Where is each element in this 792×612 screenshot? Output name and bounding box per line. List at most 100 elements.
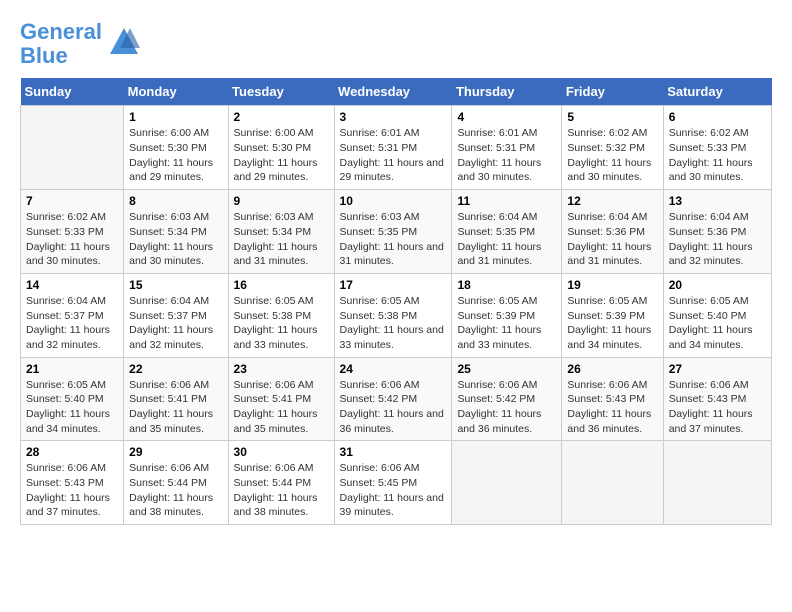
- day-number: 23: [234, 362, 329, 376]
- daylight-text: Daylight: 11 hours and 29 minutes.: [340, 157, 444, 184]
- daylight-text: Daylight: 11 hours and 33 minutes.: [457, 324, 541, 351]
- sunrise-text: Sunrise: 6:05 AM: [234, 295, 314, 307]
- day-info: Sunrise: 6:05 AM Sunset: 5:38 PM Dayligh…: [234, 294, 329, 353]
- sunset-text: Sunset: 5:31 PM: [340, 142, 418, 154]
- daylight-text: Daylight: 11 hours and 32 minutes.: [129, 324, 213, 351]
- day-info: Sunrise: 6:06 AM Sunset: 5:42 PM Dayligh…: [340, 378, 447, 437]
- calendar-header-row: SundayMondayTuesdayWednesdayThursdayFrid…: [21, 78, 772, 106]
- sunset-text: Sunset: 5:30 PM: [129, 142, 207, 154]
- sunset-text: Sunset: 5:34 PM: [129, 226, 207, 238]
- sunset-text: Sunset: 5:30 PM: [234, 142, 312, 154]
- day-info: Sunrise: 6:03 AM Sunset: 5:34 PM Dayligh…: [129, 210, 222, 269]
- calendar-cell: 16 Sunrise: 6:05 AM Sunset: 5:38 PM Dayl…: [228, 273, 334, 357]
- day-info: Sunrise: 6:03 AM Sunset: 5:34 PM Dayligh…: [234, 210, 329, 269]
- daylight-text: Daylight: 11 hours and 35 minutes.: [129, 408, 213, 435]
- calendar-cell: 20 Sunrise: 6:05 AM Sunset: 5:40 PM Dayl…: [663, 273, 771, 357]
- sunrise-text: Sunrise: 6:06 AM: [234, 462, 314, 474]
- day-number: 17: [340, 278, 447, 292]
- daylight-text: Daylight: 11 hours and 33 minutes.: [234, 324, 318, 351]
- calendar-week-2: 7 Sunrise: 6:02 AM Sunset: 5:33 PM Dayli…: [21, 190, 772, 274]
- calendar-cell: [21, 106, 124, 190]
- sunrise-text: Sunrise: 6:05 AM: [457, 295, 537, 307]
- sunrise-text: Sunrise: 6:06 AM: [669, 379, 749, 391]
- daylight-text: Daylight: 11 hours and 37 minutes.: [669, 408, 753, 435]
- calendar-table: SundayMondayTuesdayWednesdayThursdayFrid…: [20, 78, 772, 525]
- day-info: Sunrise: 6:00 AM Sunset: 5:30 PM Dayligh…: [129, 126, 222, 185]
- sunrise-text: Sunrise: 6:02 AM: [26, 211, 106, 223]
- day-number: 31: [340, 445, 447, 459]
- sunset-text: Sunset: 5:42 PM: [457, 393, 535, 405]
- calendar-cell: 1 Sunrise: 6:00 AM Sunset: 5:30 PM Dayli…: [124, 106, 228, 190]
- day-info: Sunrise: 6:06 AM Sunset: 5:43 PM Dayligh…: [669, 378, 766, 437]
- daylight-text: Daylight: 11 hours and 29 minutes.: [234, 157, 318, 184]
- daylight-text: Daylight: 11 hours and 29 minutes.: [129, 157, 213, 184]
- day-number: 22: [129, 362, 222, 376]
- sunset-text: Sunset: 5:43 PM: [567, 393, 645, 405]
- calendar-cell: 11 Sunrise: 6:04 AM Sunset: 5:35 PM Dayl…: [452, 190, 562, 274]
- weekday-header-sunday: Sunday: [21, 78, 124, 106]
- sunrise-text: Sunrise: 6:05 AM: [26, 379, 106, 391]
- sunrise-text: Sunrise: 6:01 AM: [457, 127, 537, 139]
- calendar-cell: 4 Sunrise: 6:01 AM Sunset: 5:31 PM Dayli…: [452, 106, 562, 190]
- weekday-header-wednesday: Wednesday: [334, 78, 452, 106]
- day-info: Sunrise: 6:06 AM Sunset: 5:43 PM Dayligh…: [26, 461, 118, 520]
- sunset-text: Sunset: 5:32 PM: [567, 142, 645, 154]
- sunrise-text: Sunrise: 6:06 AM: [340, 462, 420, 474]
- day-number: 16: [234, 278, 329, 292]
- day-info: Sunrise: 6:06 AM Sunset: 5:42 PM Dayligh…: [457, 378, 556, 437]
- calendar-cell: 13 Sunrise: 6:04 AM Sunset: 5:36 PM Dayl…: [663, 190, 771, 274]
- daylight-text: Daylight: 11 hours and 31 minutes.: [340, 241, 444, 268]
- day-number: 19: [567, 278, 657, 292]
- sunrise-text: Sunrise: 6:03 AM: [129, 211, 209, 223]
- day-info: Sunrise: 6:01 AM Sunset: 5:31 PM Dayligh…: [340, 126, 447, 185]
- daylight-text: Daylight: 11 hours and 31 minutes.: [234, 241, 318, 268]
- calendar-cell: 6 Sunrise: 6:02 AM Sunset: 5:33 PM Dayli…: [663, 106, 771, 190]
- sunset-text: Sunset: 5:31 PM: [457, 142, 535, 154]
- calendar-cell: 30 Sunrise: 6:06 AM Sunset: 5:44 PM Dayl…: [228, 441, 334, 525]
- day-number: 5: [567, 110, 657, 124]
- sunrise-text: Sunrise: 6:06 AM: [234, 379, 314, 391]
- weekday-header-thursday: Thursday: [452, 78, 562, 106]
- calendar-cell: 22 Sunrise: 6:06 AM Sunset: 5:41 PM Dayl…: [124, 357, 228, 441]
- weekday-header-friday: Friday: [562, 78, 663, 106]
- sunrise-text: Sunrise: 6:02 AM: [669, 127, 749, 139]
- sunset-text: Sunset: 5:34 PM: [234, 226, 312, 238]
- calendar-cell: 29 Sunrise: 6:06 AM Sunset: 5:44 PM Dayl…: [124, 441, 228, 525]
- day-number: 30: [234, 445, 329, 459]
- daylight-text: Daylight: 11 hours and 34 minutes.: [26, 408, 110, 435]
- daylight-text: Daylight: 11 hours and 33 minutes.: [340, 324, 444, 351]
- sunset-text: Sunset: 5:43 PM: [669, 393, 747, 405]
- day-info: Sunrise: 6:05 AM Sunset: 5:40 PM Dayligh…: [26, 378, 118, 437]
- day-info: Sunrise: 6:04 AM Sunset: 5:35 PM Dayligh…: [457, 210, 556, 269]
- day-number: 10: [340, 194, 447, 208]
- sunset-text: Sunset: 5:41 PM: [234, 393, 312, 405]
- sunset-text: Sunset: 5:42 PM: [340, 393, 418, 405]
- day-number: 15: [129, 278, 222, 292]
- sunrise-text: Sunrise: 6:01 AM: [340, 127, 420, 139]
- day-number: 21: [26, 362, 118, 376]
- day-number: 2: [234, 110, 329, 124]
- day-info: Sunrise: 6:06 AM Sunset: 5:41 PM Dayligh…: [234, 378, 329, 437]
- calendar-cell: 7 Sunrise: 6:02 AM Sunset: 5:33 PM Dayli…: [21, 190, 124, 274]
- day-info: Sunrise: 6:05 AM Sunset: 5:38 PM Dayligh…: [340, 294, 447, 353]
- day-info: Sunrise: 6:03 AM Sunset: 5:35 PM Dayligh…: [340, 210, 447, 269]
- sunrise-text: Sunrise: 6:04 AM: [567, 211, 647, 223]
- sunrise-text: Sunrise: 6:05 AM: [567, 295, 647, 307]
- day-number: 14: [26, 278, 118, 292]
- daylight-text: Daylight: 11 hours and 38 minutes.: [234, 492, 318, 519]
- sunset-text: Sunset: 5:44 PM: [234, 477, 312, 489]
- sunrise-text: Sunrise: 6:06 AM: [340, 379, 420, 391]
- calendar-cell: 8 Sunrise: 6:03 AM Sunset: 5:34 PM Dayli…: [124, 190, 228, 274]
- day-number: 8: [129, 194, 222, 208]
- day-number: 7: [26, 194, 118, 208]
- sunrise-text: Sunrise: 6:06 AM: [129, 379, 209, 391]
- sunset-text: Sunset: 5:38 PM: [340, 310, 418, 322]
- day-number: 26: [567, 362, 657, 376]
- sunset-text: Sunset: 5:33 PM: [669, 142, 747, 154]
- day-info: Sunrise: 6:02 AM Sunset: 5:33 PM Dayligh…: [26, 210, 118, 269]
- daylight-text: Daylight: 11 hours and 38 minutes.: [129, 492, 213, 519]
- sunset-text: Sunset: 5:40 PM: [26, 393, 104, 405]
- calendar-week-4: 21 Sunrise: 6:05 AM Sunset: 5:40 PM Dayl…: [21, 357, 772, 441]
- sunrise-text: Sunrise: 6:06 AM: [26, 462, 106, 474]
- calendar-cell: 31 Sunrise: 6:06 AM Sunset: 5:45 PM Dayl…: [334, 441, 452, 525]
